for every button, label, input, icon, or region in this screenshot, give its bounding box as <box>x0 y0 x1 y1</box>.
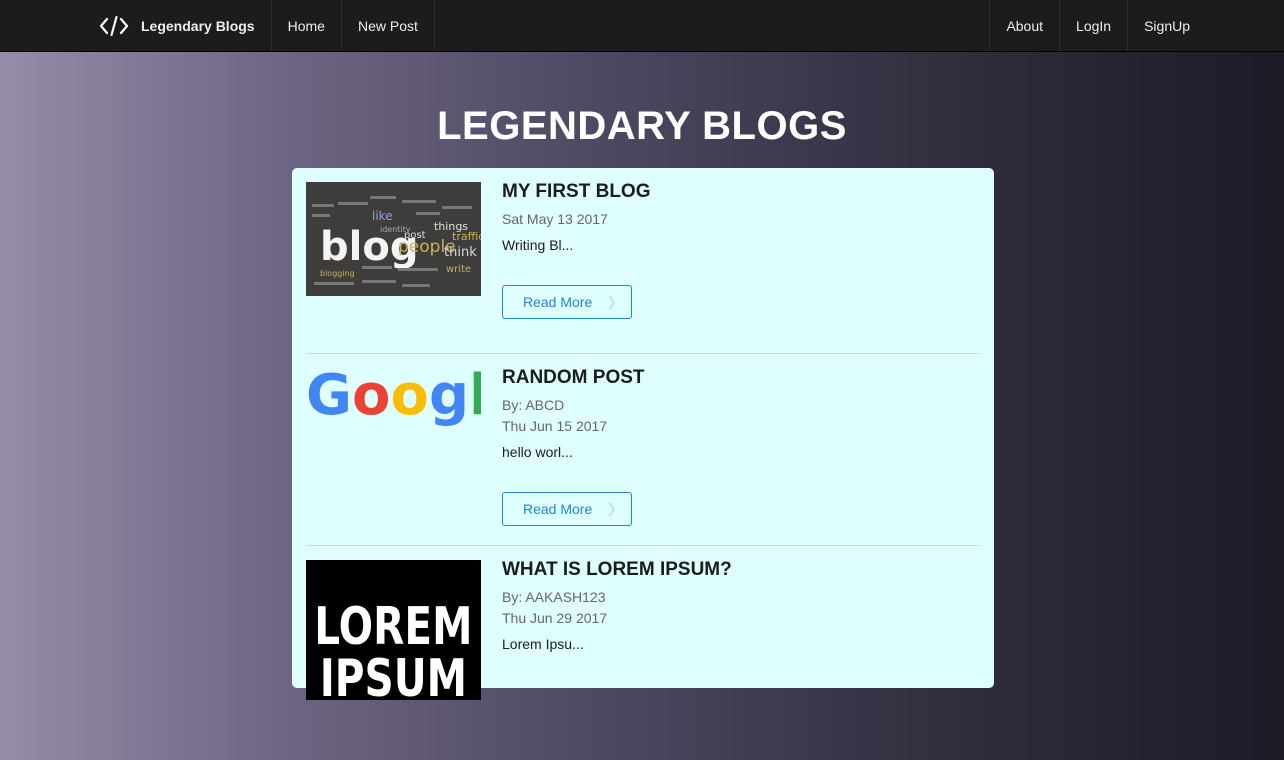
post-thumbnail-google[interactable]: Google <box>306 354 481 545</box>
post-date: Sat May 13 2017 <box>502 211 608 227</box>
post-content: MY FIRST BLOG Sat May 13 2017 Writing Bl… <box>502 182 650 353</box>
wordcloud-word: think <box>444 245 477 260</box>
post-item: LOREM IPSUM WHAT IS LOREM IPSUM? By: AAK… <box>306 546 980 760</box>
post-title[interactable]: MY FIRST BLOG <box>502 182 650 202</box>
google-logo-text: Google <box>306 366 481 428</box>
read-more-label: Read More <box>523 501 593 517</box>
brand-link[interactable]: Legendary Blogs <box>83 0 272 51</box>
post-date: Thu Jun 29 2017 <box>502 610 608 626</box>
post-title[interactable]: WHAT IS LOREM IPSUM? <box>502 560 732 580</box>
brand-label: Legendary Blogs <box>141 17 255 34</box>
wordcloud-image: blog people like post things think traff… <box>306 182 481 296</box>
post-excerpt: Writing Bl... <box>502 237 574 253</box>
nav-left-group: Legendary Blogs Home New Post <box>83 0 435 51</box>
post-thumbnail-blog-wordcloud[interactable]: blog people like post things think traff… <box>306 182 481 296</box>
lorem-ipsum-image: LOREM IPSUM <box>306 560 481 700</box>
post-item: blog people like post things think traff… <box>306 182 980 354</box>
wordcloud-word: like <box>372 209 393 223</box>
chevron-right-icon: ❯ <box>606 294 618 309</box>
post-excerpt: Lorem Ipsu... <box>502 636 584 652</box>
read-more-button[interactable]: Read More ❯ <box>502 492 632 526</box>
post-content: WHAT IS LOREM IPSUM? By: AAKASH123 Thu J… <box>502 560 732 760</box>
post-date: Thu Jun 15 2017 <box>502 418 608 434</box>
nav-home[interactable]: Home <box>272 0 342 51</box>
nav-new-post[interactable]: New Post <box>342 0 435 51</box>
read-more-button[interactable]: Read More ❯ <box>502 285 632 319</box>
top-navbar: Legendary Blogs Home New Post About LogI… <box>0 0 1284 52</box>
nav-signup[interactable]: SignUp <box>1127 0 1206 51</box>
wordcloud-word: blogging <box>320 269 355 278</box>
post-author: By: ABCD <box>502 397 565 413</box>
read-more-label: Read More <box>523 294 593 310</box>
post-author: By: AAKASH123 <box>502 589 606 605</box>
code-icon <box>99 15 129 37</box>
google-logo-image: Google <box>306 363 481 428</box>
nav-about[interactable]: About <box>989 0 1059 51</box>
post-excerpt: hello worl... <box>502 444 573 460</box>
post-thumbnail-lorem-ipsum[interactable]: LOREM IPSUM <box>306 560 481 700</box>
wordcloud-word: write <box>446 264 471 275</box>
nav-right-group: About LogIn SignUp <box>989 0 1206 51</box>
page-title: LEGENDARY BLOGS <box>437 104 847 148</box>
post-item: Google RANDOM POST By: ABCD Thu Jun 15 2… <box>306 354 980 546</box>
post-title[interactable]: RANDOM POST <box>502 368 645 388</box>
wordcloud-word: traffic <box>452 230 481 243</box>
chevron-right-icon: ❯ <box>606 501 618 516</box>
post-list: blog people like post things think traff… <box>292 168 994 700</box>
nav-login[interactable]: LogIn <box>1059 0 1127 51</box>
ipsum-text: IPSUM <box>320 648 467 700</box>
wordcloud-word: identity <box>380 225 411 234</box>
